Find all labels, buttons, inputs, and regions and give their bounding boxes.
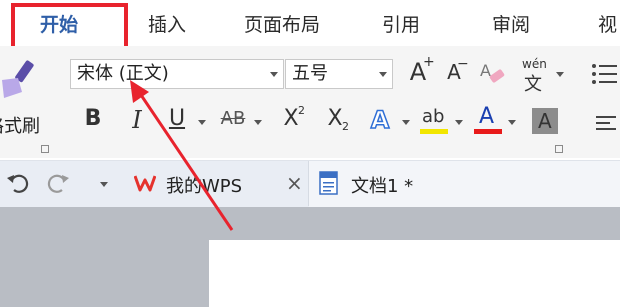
annotation-arrow (130, 80, 234, 231)
